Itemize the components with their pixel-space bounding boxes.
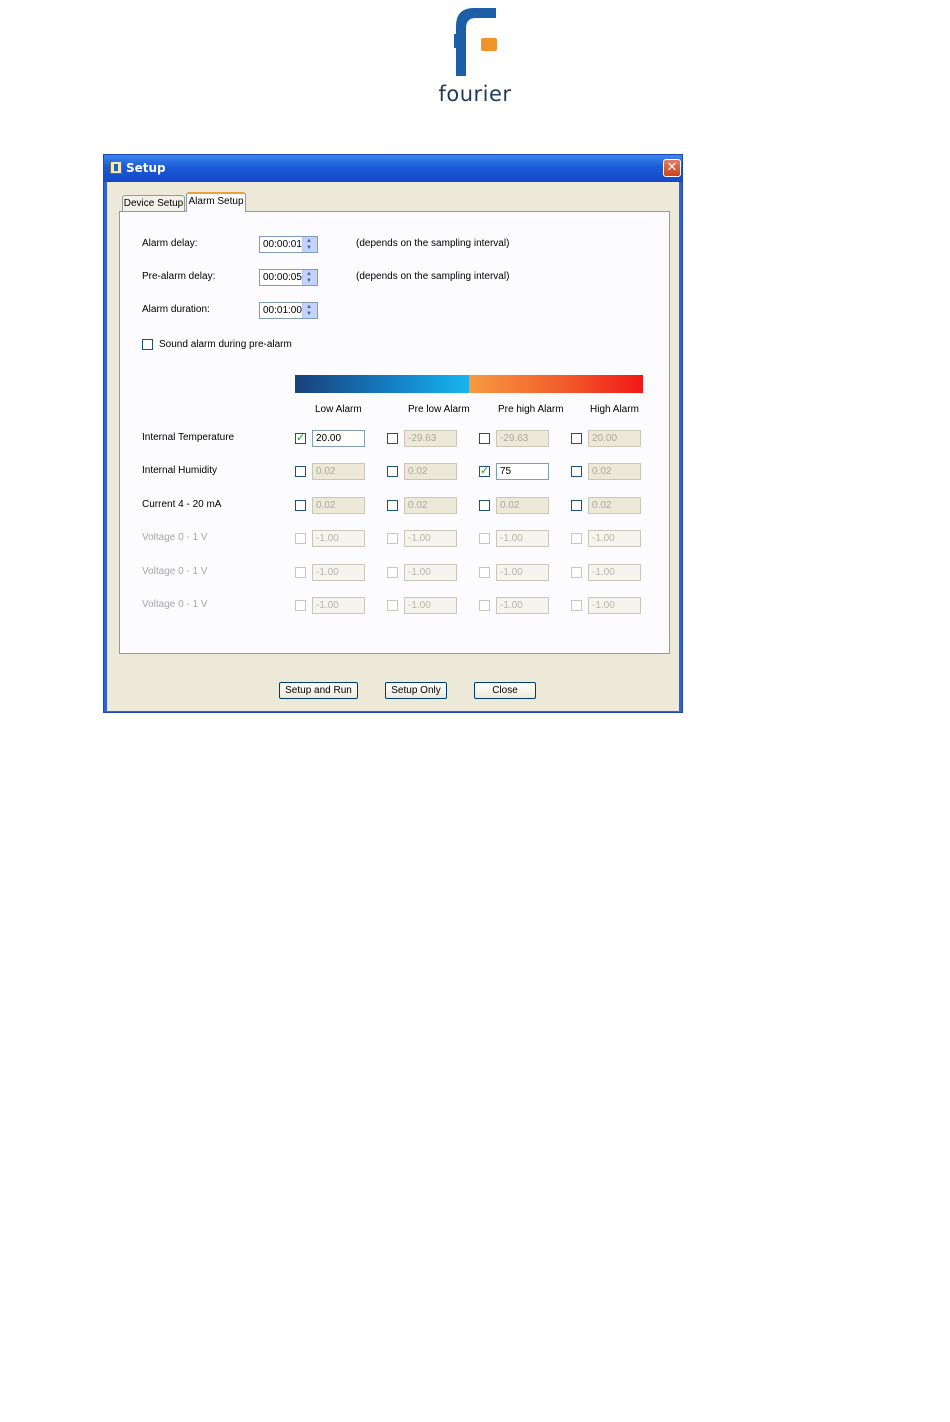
low-alarm-value-field: -1.00 <box>312 597 365 614</box>
low-alarm-value-field: 0.02 <box>312 463 365 480</box>
pre-low-alarm-value-field: -29.63 <box>404 430 457 447</box>
pre-low-alarm-checkbox[interactable] <box>387 466 398 477</box>
alarm-delay-spinner[interactable]: 00:00:01 ▲ ▼ <box>259 236 318 253</box>
row-label: Voltage 0 - 1 V <box>142 532 208 543</box>
close-button[interactable]: Close <box>474 682 536 699</box>
high-alarm-checkbox <box>571 600 582 611</box>
alarm-setup-panel: Alarm delay: 00:00:01 ▲ ▼ (depends on the… <box>119 211 670 654</box>
fourier-logo: fourier <box>0 0 950 120</box>
low-alarm-checkbox <box>295 600 306 611</box>
high-alarm-checkbox[interactable] <box>571 433 582 444</box>
high-alarm-checkbox <box>571 533 582 544</box>
pre-high-alarm-checkbox[interactable] <box>479 500 490 511</box>
pre-high-alarm-checkbox[interactable] <box>479 433 490 444</box>
pre-low-alarm-checkbox <box>387 567 398 578</box>
row-label: Current 4 - 20 mA <box>142 499 222 510</box>
app-icon <box>110 161 122 174</box>
sound-alarm-label: Sound alarm during pre-alarm <box>159 339 292 350</box>
high-alarm-value-field: -1.00 <box>588 597 641 614</box>
high-alarm-checkbox[interactable] <box>571 500 582 511</box>
pre-alarm-delay-arrows-icon[interactable]: ▲ ▼ <box>302 270 317 285</box>
tab-alarm-setup[interactable]: Alarm Setup <box>186 192 246 212</box>
pre-alarm-delay-note: (depends on the sampling interval) <box>356 271 510 282</box>
tab-device-setup[interactable]: Device Setup <box>122 195 185 212</box>
low-alarm-checkbox[interactable] <box>295 466 306 477</box>
pre-high-alarm-checkbox <box>479 567 490 578</box>
col-header-high-alarm: High Alarm <box>590 404 639 415</box>
fourier-logo-icon <box>454 8 497 76</box>
low-alarm-value-field[interactable]: 20.00 <box>312 430 365 447</box>
row-label: Internal Humidity <box>142 465 218 476</box>
high-alarm-value-field: 0.02 <box>588 497 641 514</box>
setup-only-button[interactable]: Setup Only <box>385 682 447 699</box>
pre-alarm-delay-label: Pre-alarm delay: <box>142 271 216 282</box>
alarm-delay-note: (depends on the sampling interval) <box>356 238 510 249</box>
alarm-duration-arrows-icon[interactable]: ▲ ▼ <box>302 303 317 318</box>
pre-alarm-delay-spinner[interactable]: 00:00:05 ▲ ▼ <box>259 269 318 286</box>
low-alarm-checkbox <box>295 567 306 578</box>
pre-high-alarm-value-field: -1.00 <box>496 564 549 581</box>
pre-low-alarm-value-field: -1.00 <box>404 564 457 581</box>
pre-low-alarm-value-field: -1.00 <box>404 597 457 614</box>
high-alarm-value-field: -1.00 <box>588 564 641 581</box>
pre-high-alarm-value-field: -1.00 <box>496 597 549 614</box>
col-header-pre-low-alarm: Pre low Alarm <box>408 404 470 415</box>
pre-high-alarm-value-field: -29.63 <box>496 430 549 447</box>
low-alarm-value-field: -1.00 <box>312 564 365 581</box>
alarm-duration-label: Alarm duration: <box>142 304 210 315</box>
low-alarm-checkbox[interactable] <box>295 431 306 444</box>
pre-low-alarm-value-field: -1.00 <box>404 530 457 547</box>
low-alarm-value-field: -1.00 <box>312 530 365 547</box>
alarm-delay-arrows-icon[interactable]: ▲ ▼ <box>302 237 317 252</box>
pre-low-alarm-checkbox[interactable] <box>387 500 398 511</box>
alarm-delay-value: 00:00:01 <box>263 239 302 250</box>
high-alarm-value-field: 0.02 <box>588 463 641 480</box>
row-label: Voltage 0 - 1 V <box>142 566 208 577</box>
low-alarm-value-field: 0.02 <box>312 497 365 514</box>
col-header-pre-high-alarm: Pre high Alarm <box>498 404 564 415</box>
row-label: Internal Temperature <box>142 432 235 443</box>
title-bar[interactable]: Setup ✕ <box>104 155 682 182</box>
pre-low-alarm-checkbox <box>387 533 398 544</box>
pre-high-alarm-checkbox <box>479 533 490 544</box>
pre-high-alarm-checkbox <box>479 600 490 611</box>
pre-low-alarm-checkbox <box>387 600 398 611</box>
setup-window: Setup ✕ Device Setup Alarm Setup Alarm d… <box>103 154 683 713</box>
low-range-color-bar <box>295 375 469 393</box>
high-alarm-value-field: -1.00 <box>588 530 641 547</box>
pre-low-alarm-checkbox[interactable] <box>387 433 398 444</box>
pre-high-alarm-checkbox[interactable] <box>479 464 490 477</box>
pre-high-alarm-value-field: -1.00 <box>496 530 549 547</box>
high-alarm-checkbox <box>571 567 582 578</box>
alarm-delay-label: Alarm delay: <box>142 238 198 249</box>
high-alarm-checkbox[interactable] <box>571 466 582 477</box>
low-alarm-checkbox[interactable] <box>295 500 306 511</box>
pre-low-alarm-value-field: 0.02 <box>404 497 457 514</box>
logo-wordmark: fourier <box>438 82 512 106</box>
window-title: Setup <box>126 161 166 175</box>
pre-high-alarm-value-field: 0.02 <box>496 497 549 514</box>
row-label: Voltage 0 - 1 V <box>142 599 208 610</box>
close-icon[interactable]: ✕ <box>663 159 681 177</box>
pre-low-alarm-value-field: 0.02 <box>404 463 457 480</box>
pre-high-alarm-value-field[interactable]: 75 <box>496 463 549 480</box>
sound-alarm-checkbox[interactable] <box>142 339 153 350</box>
window-client-area: Device Setup Alarm Setup Alarm delay: 00… <box>107 182 679 711</box>
alarm-duration-value: 00:01:00 <box>263 305 302 316</box>
col-header-low-alarm: Low Alarm <box>315 404 362 415</box>
high-range-color-bar <box>469 375 643 393</box>
low-alarm-checkbox <box>295 533 306 544</box>
high-alarm-value-field: 20.00 <box>588 430 641 447</box>
alarm-duration-spinner[interactable]: 00:01:00 ▲ ▼ <box>259 302 318 319</box>
setup-and-run-button[interactable]: Setup and Run <box>279 682 358 699</box>
pre-alarm-delay-value: 00:00:05 <box>263 272 302 283</box>
